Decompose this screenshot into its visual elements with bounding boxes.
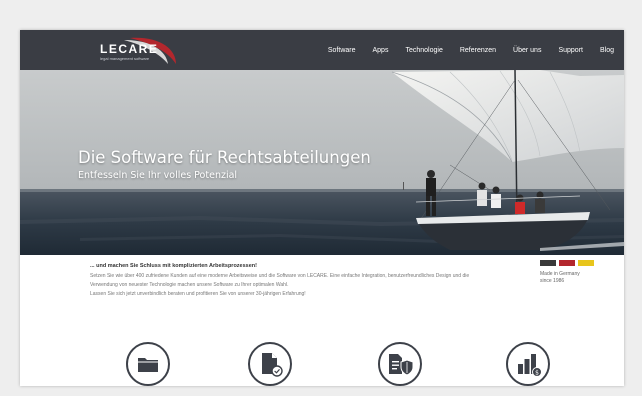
- feature-document-check[interactable]: [248, 342, 292, 386]
- svg-text:$: $: [535, 369, 539, 376]
- intro-call-to-action: Lassen Sie sich jetzt unverbindlich bera…: [90, 291, 306, 297]
- document-check-icon: [262, 353, 283, 377]
- flag-stripe-gold: [578, 260, 594, 266]
- main-nav: Software Apps Technologie Referenzen Übe…: [311, 30, 614, 70]
- hero-title: Die Software für Rechtsabteilungen: [78, 148, 371, 167]
- intro-section: ... und machen Sie Schluss mit komplizie…: [90, 263, 490, 299]
- nav-item-technologie[interactable]: Technologie: [405, 47, 442, 54]
- intro-heading: ... und machen Sie Schluss mit komplizie…: [90, 263, 257, 269]
- german-flag-icon: [540, 260, 610, 266]
- feature-folder[interactable]: [126, 342, 170, 386]
- made-in-germany-badge: Made in Germany since 1986: [540, 260, 610, 284]
- feature-bar-chart[interactable]: $: [506, 342, 550, 386]
- nav-item-ueber-uns[interactable]: Über uns: [513, 47, 541, 54]
- bar-chart-coin-icon: $: [518, 354, 542, 377]
- brand-tagline: legal management software: [100, 56, 150, 61]
- feature-document-shield[interactable]: [378, 342, 422, 386]
- nav-item-support[interactable]: Support: [558, 47, 583, 54]
- intro-paragraph: Setzen Sie wie über 400 zufriedene Kunde…: [90, 273, 470, 288]
- brand-name: LECARE: [100, 42, 159, 56]
- nav-item-software[interactable]: Software: [328, 47, 356, 54]
- top-navbar: LECARE legal management software Softwar…: [20, 30, 624, 70]
- nav-item-referenzen[interactable]: Referenzen: [460, 47, 496, 54]
- flag-stripe-black: [540, 260, 556, 266]
- folder-icon: [138, 358, 158, 372]
- since-label: since 1986: [540, 277, 565, 284]
- hero-banner: Die Software für Rechtsabteilungen Entfe…: [20, 70, 624, 255]
- hero-subtitle: Entfesseln Sie Ihr volles Potenzial: [78, 170, 238, 181]
- browser-page: LECARE legal management software Softwar…: [20, 30, 624, 386]
- document-shield-icon: [389, 354, 414, 376]
- nav-item-blog[interactable]: Blog: [600, 47, 614, 54]
- flag-stripe-red: [559, 260, 575, 266]
- lecare-logo[interactable]: LECARE legal management software: [72, 34, 182, 68]
- nav-item-apps[interactable]: Apps: [373, 47, 389, 54]
